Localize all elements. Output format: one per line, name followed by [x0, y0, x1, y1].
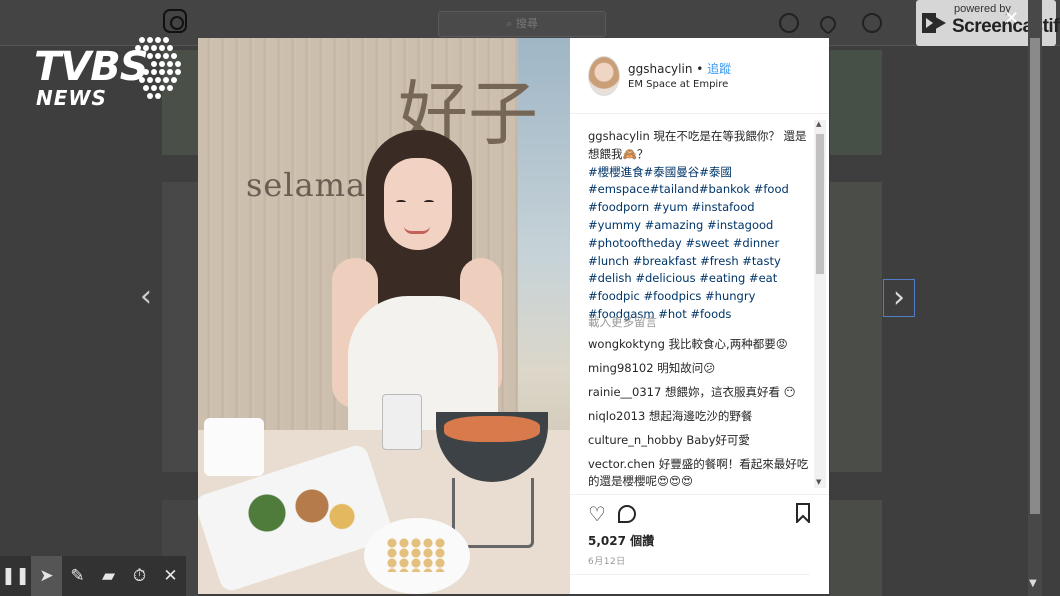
follow-button[interactable]: 追蹤 [707, 62, 731, 76]
comment-text: Baby好可愛 [682, 433, 750, 447]
pause-icon[interactable]: ❚❚ [0, 556, 31, 596]
post-photo: 好子 selamat pagi [198, 38, 570, 594]
comments-scrollbar-thumb[interactable] [816, 134, 824, 274]
comment-text: 想餵妳，這衣服真好看 😶 [661, 385, 796, 399]
photo-face [384, 158, 452, 250]
search-placeholder: 搜尋 [515, 17, 538, 30]
tvbs-news-logo: TVBS NEWS [30, 34, 190, 112]
comment-username[interactable]: niqlo2013 [588, 409, 645, 423]
post-caption: ggshacylin 現在不吃是在等我餵你？ 還是想餵我🙈？ #櫻櫻進食#泰國曼… [588, 128, 810, 324]
comment-username[interactable]: wongkoktyng [588, 337, 665, 351]
recording-toolbar: ❚❚ ➤ ✎ ▰ ⏱ ✕ [0, 556, 186, 596]
scroll-up-arrow-icon[interactable]: ▲ [816, 120, 821, 128]
background-tile [830, 182, 882, 472]
comment-item: ming98102 明知故问😕 [588, 360, 818, 377]
bookmark-icon[interactable] [792, 503, 814, 525]
logo-brand-text: TVBS [34, 44, 149, 90]
photo-mug [382, 394, 422, 450]
separator: • [692, 62, 708, 76]
background-tile [830, 50, 882, 155]
timer-icon[interactable]: ⏱ [124, 556, 155, 596]
profile-icon[interactable] [862, 13, 882, 33]
like-heart-icon[interactable]: ♡ [586, 503, 608, 525]
photo-smile [404, 226, 430, 234]
comment-username[interactable]: ming98102 [588, 361, 654, 375]
pen-icon[interactable]: ✎ [62, 556, 93, 596]
photo-eye [396, 200, 406, 204]
comments-list[interactable]: ggshacylin 現在不吃是在等我餵你？ 還是想餵我🙈？ #櫻櫻進食#泰國曼… [570, 118, 829, 490]
photo-food [222, 478, 372, 548]
comment-text: 明知故问😕 [653, 361, 716, 375]
screencastify-powered-by: powered by [954, 3, 1011, 15]
comment-item: wongkoktyng 我比較食心,两种都要😡 [588, 336, 818, 353]
like-count[interactable]: 5,027 個讚 [588, 532, 654, 549]
comment-username[interactable]: culture_n_hobby [588, 433, 683, 447]
comment-item: vector.chen 好豐盛的餐啊！看起來最好吃的還是櫻櫻呢😍😍😍 [588, 456, 818, 490]
photo-eye [424, 200, 434, 204]
photo-nuts [386, 538, 446, 572]
compass-icon[interactable] [779, 13, 799, 33]
comment-text: 想起海邊吃沙的野餐 [645, 409, 753, 423]
caption-hashtags[interactable]: #櫻櫻進食#泰國曼谷#泰國 #emspace#tailand#bankok #f… [588, 165, 789, 321]
screencastify-logo-icon [922, 13, 946, 33]
background-tile [162, 182, 198, 472]
load-more-comments-link[interactable]: 載入更多留言 [588, 314, 657, 330]
comment-username[interactable]: vector.chen [588, 457, 655, 471]
pointer-icon[interactable]: ➤ [31, 556, 62, 596]
scroll-down-arrow-icon[interactable]: ▼ [816, 478, 821, 486]
post-username-line: ggshacylin • 追蹤 [628, 60, 731, 77]
username-link[interactable]: ggshacylin [628, 62, 692, 76]
close-icon[interactable]: ✕ [1004, 8, 1019, 29]
search-input[interactable]: ⌕ 搜尋 [438, 11, 606, 37]
page-scrollbar-thumb[interactable] [1030, 38, 1040, 514]
post-modal: 好子 selamat pagi ggshacylin • 追蹤 EM Space… [198, 38, 829, 594]
eraser-icon[interactable]: ▰ [93, 556, 124, 596]
comment-username[interactable]: rainie__0317 [588, 385, 661, 399]
logo-news-text: NEWS [36, 86, 107, 110]
location-link[interactable]: EM Space at Empire [628, 79, 728, 90]
post-header: ggshacylin • 追蹤 EM Space at Empire [570, 38, 829, 114]
post-actions: ♡ [570, 494, 829, 530]
previous-post-arrow[interactable]: ‹ [130, 279, 162, 317]
scroll-down-arrow-icon[interactable]: ▼ [1029, 578, 1037, 589]
next-post-arrow[interactable]: › [883, 279, 915, 317]
photo-soup [444, 416, 540, 442]
comment-item: rainie__0317 想餵妳，這衣服真好看 😶 [588, 384, 818, 401]
avatar[interactable] [588, 56, 620, 96]
photo-napkin [204, 418, 264, 476]
post-sidebar: ggshacylin • 追蹤 EM Space at Empire ggsha… [570, 38, 829, 594]
comment-item: niqlo2013 想起海邊吃沙的野餐 [588, 408, 818, 425]
divider [570, 574, 810, 575]
comment-item: culture_n_hobby Baby好可愛 [588, 432, 818, 449]
caption-username[interactable]: ggshacylin [588, 129, 650, 143]
comment-text: 我比較食心,两种都要😡 [664, 337, 788, 351]
background-tile [830, 500, 882, 596]
comment-bubble-icon[interactable] [618, 505, 636, 523]
instagram-logo-icon[interactable] [163, 9, 187, 33]
photo-pot-stand [452, 478, 534, 548]
post-date: 6月12日 [588, 557, 626, 567]
close-icon[interactable]: ✕ [155, 556, 186, 596]
